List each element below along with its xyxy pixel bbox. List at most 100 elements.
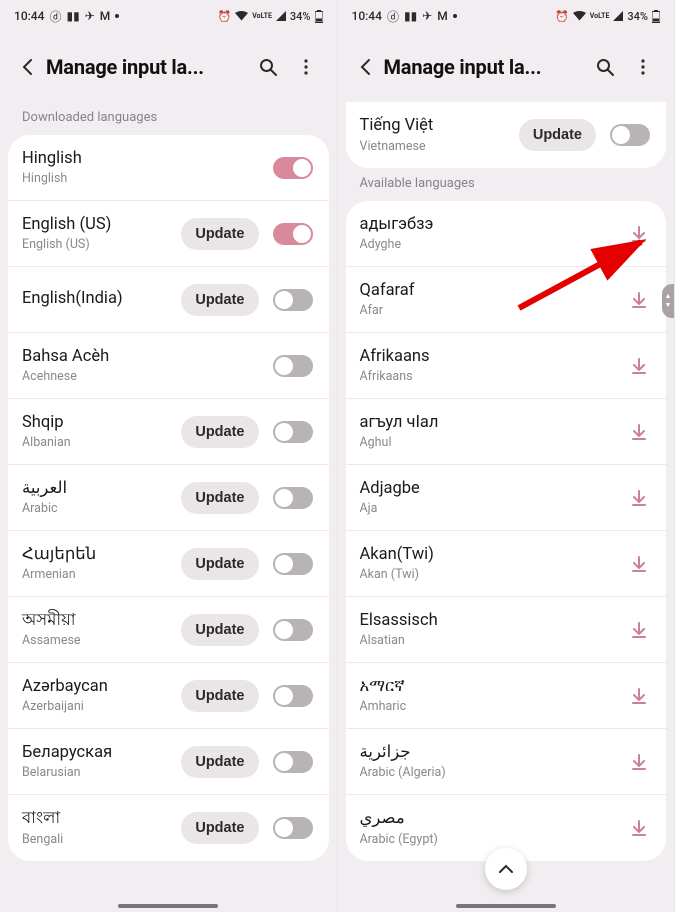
language-row[interactable]: AdjagbeAja [346, 465, 667, 531]
pause-icon: ▮▮ [404, 9, 417, 23]
language-row[interactable]: English(India)Update [8, 267, 329, 333]
home-indicator[interactable] [456, 904, 556, 908]
language-toggle[interactable] [273, 355, 313, 377]
home-indicator[interactable] [118, 904, 218, 908]
language-row[interactable]: Akan(Twi)Akan (Twi) [346, 531, 667, 597]
battery-icon [652, 10, 660, 23]
language-row[interactable]: አማርኛAmharic [346, 663, 667, 729]
download-icon[interactable] [628, 751, 650, 773]
gmail-icon: M [437, 9, 448, 23]
language-row[interactable]: БеларускаяBelarusianUpdate [8, 729, 329, 795]
row-title: Adjagbe [360, 479, 629, 500]
d-icon: ⓓ [49, 8, 61, 25]
row-subtitle: Azerbaijani [22, 699, 181, 714]
section-label-downloaded: Downloaded languages [0, 102, 337, 135]
d-icon: ⓓ [387, 8, 399, 25]
language-toggle[interactable] [273, 223, 313, 245]
language-row[interactable]: Bahsa AcèhAcehnese [8, 333, 329, 399]
row-subtitle: Arabic [22, 501, 181, 516]
language-toggle[interactable] [273, 157, 313, 179]
search-button[interactable] [586, 48, 624, 86]
row-subtitle: Albanian [22, 435, 181, 450]
language-row[interactable]: AfrikaansAfrikaans [346, 333, 667, 399]
row-subtitle: Aghul [360, 435, 629, 450]
search-icon [595, 57, 615, 77]
language-row[interactable]: AzərbaycanAzerbaijaniUpdate [8, 663, 329, 729]
language-row[interactable]: HinglishHinglish [8, 135, 329, 201]
more-button[interactable] [624, 48, 662, 86]
signal-icon [613, 11, 623, 21]
row-title: Shqip [22, 413, 181, 434]
row-title: Հայերեն [22, 545, 181, 566]
update-button[interactable]: Update [181, 548, 258, 580]
download-icon[interactable] [628, 685, 650, 707]
row-subtitle: Vietnamese [360, 139, 519, 154]
download-icon[interactable] [628, 223, 650, 245]
back-button[interactable] [348, 49, 384, 85]
scroll-top-fab[interactable] [485, 848, 527, 890]
row-title: Azərbaycan [22, 677, 181, 698]
download-icon[interactable] [628, 421, 650, 443]
gmail-icon: M [100, 9, 111, 23]
row-title: অসমীয়া [22, 611, 181, 632]
back-icon [18, 57, 38, 77]
screen-left: 10:44 ⓓ ▮▮ ✈ M ⏰ VoLTE 34% Manage input [0, 0, 338, 912]
status-time: 10:44 [352, 9, 382, 23]
update-button[interactable]: Update [181, 416, 258, 448]
download-icon[interactable] [628, 619, 650, 641]
language-row[interactable]: ElsassischAlsatian [346, 597, 667, 663]
back-button[interactable] [10, 49, 46, 85]
download-icon[interactable] [628, 289, 650, 311]
telegram-icon: ✈ [422, 9, 432, 23]
scroll-jump-nub[interactable]: ▲▼ [662, 284, 674, 318]
update-button[interactable]: Update [181, 218, 258, 250]
back-icon [356, 57, 376, 77]
header: Manage input la... [0, 32, 337, 102]
volte-icon: VoLTE [590, 12, 610, 20]
language-row[interactable]: ՀայերենArmenianUpdate [8, 531, 329, 597]
download-icon[interactable] [628, 355, 650, 377]
language-row[interactable]: English (US)English (US)Update [8, 201, 329, 267]
row-title: адыгэбзэ [360, 215, 629, 236]
volte-icon: VoLTE [252, 12, 272, 20]
row-subtitle: Alsatian [360, 633, 629, 648]
row-title: አማርኛ [360, 677, 629, 698]
row-title: Qafaraf [360, 281, 629, 302]
language-row[interactable]: বাংলাBengaliUpdate [8, 795, 329, 861]
language-toggle[interactable] [273, 751, 313, 773]
download-icon[interactable] [628, 553, 650, 575]
update-button[interactable]: Update [181, 284, 258, 316]
more-vert-icon [296, 57, 316, 77]
language-row[interactable]: адыгэбзэAdyghe [346, 201, 667, 267]
update-button[interactable]: Update [181, 746, 258, 778]
download-icon[interactable] [628, 487, 650, 509]
language-row[interactable]: অসমীয়াAssameseUpdate [8, 597, 329, 663]
row-title: English (US) [22, 215, 181, 236]
language-row[interactable]: العربيةArabicUpdate [8, 465, 329, 531]
update-button[interactable]: Update [181, 614, 258, 646]
language-toggle[interactable] [273, 685, 313, 707]
language-row[interactable]: агъул чӏалAghul [346, 399, 667, 465]
row-title: Afrikaans [360, 347, 629, 368]
language-row[interactable]: جزائريةArabic (Algeria) [346, 729, 667, 795]
language-toggle[interactable] [273, 553, 313, 575]
download-icon[interactable] [628, 817, 650, 839]
update-button[interactable]: Update [181, 680, 258, 712]
language-toggle[interactable] [273, 421, 313, 443]
more-button[interactable] [287, 48, 325, 86]
language-toggle[interactable] [610, 124, 650, 146]
language-toggle[interactable] [273, 487, 313, 509]
language-row[interactable]: ShqipAlbanianUpdate [8, 399, 329, 465]
update-button[interactable]: Update [519, 119, 596, 151]
alarm-icon: ⏰ [218, 10, 232, 23]
language-row[interactable]: QafarafAfar [346, 267, 667, 333]
update-button[interactable]: Update [181, 812, 258, 844]
search-button[interactable] [249, 48, 287, 86]
language-toggle[interactable] [273, 817, 313, 839]
language-toggle[interactable] [273, 289, 313, 311]
downloaded-languages-list: HinglishHinglishEnglish (US)English (US)… [8, 135, 329, 861]
page-title: Manage input la... [46, 55, 249, 79]
row-title: Tiếng Việt [360, 116, 519, 137]
language-toggle[interactable] [273, 619, 313, 641]
update-button[interactable]: Update [181, 482, 258, 514]
